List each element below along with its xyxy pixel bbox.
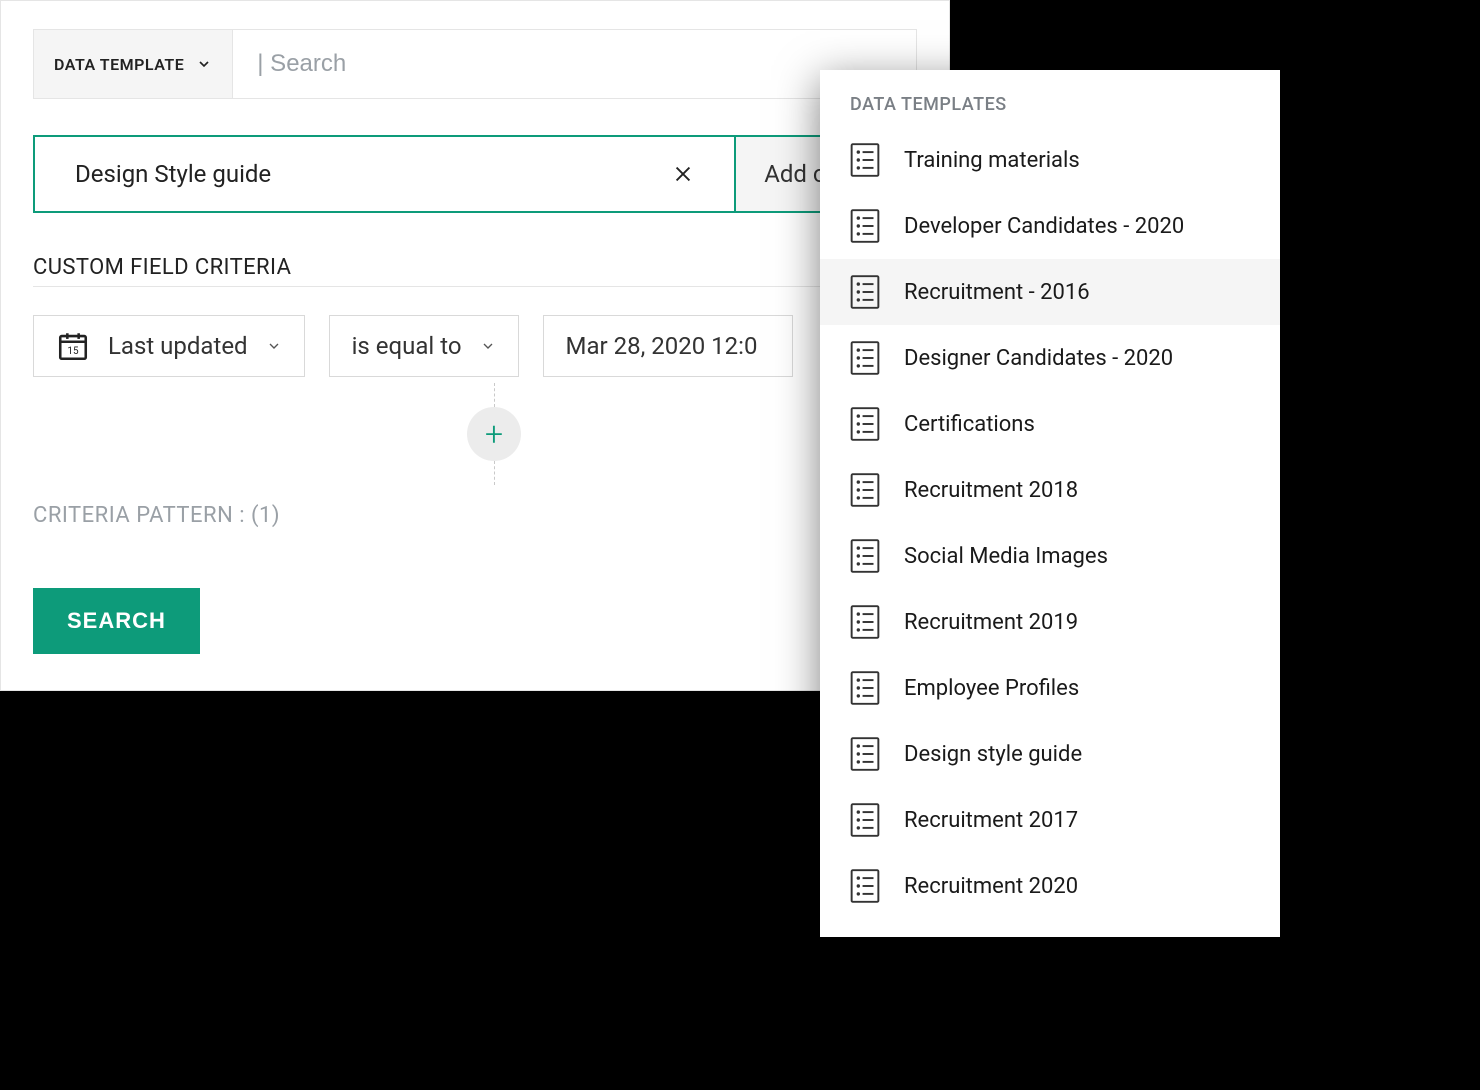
dropdown-item-label: Developer Candidates - 2020 [904,214,1184,239]
template-icon [850,473,880,507]
template-icon [850,275,880,309]
dropdown-item[interactable]: Recruitment 2018 [820,457,1280,523]
plus-icon: + [485,415,503,453]
pill-text: Design Style guide [75,160,271,188]
pattern-value: (1) [251,503,280,528]
dropdown-item-label: Design style guide [904,742,1082,767]
dropdown-item-label: Employee Profiles [904,676,1079,701]
dropdown-item[interactable]: Certifications [820,391,1280,457]
dropdown-item-label: Recruitment - 2016 [904,280,1090,305]
dropdown-item-label: Social Media Images [904,544,1108,569]
template-icon [850,539,880,573]
dropdown-list: Training materials Developer Candidates -… [820,127,1280,919]
template-icon [850,737,880,771]
chevron-down-icon [196,56,212,72]
criteria-row: 15 Last updated is equal to Mar 28, 2020… [33,315,917,377]
chevron-down-icon [480,338,496,354]
dropdown-item-label: Training materials [904,148,1080,173]
dropdown-item-label: Recruitment 2019 [904,610,1078,635]
dropdown-item-label: Certifications [904,412,1035,437]
criteria-field-label: Last updated [108,332,248,360]
dropdown-item-label: Recruitment 2020 [904,874,1078,899]
dropdown-item[interactable]: Training materials [820,127,1280,193]
dropdown-item[interactable]: Recruitment 2017 [820,787,1280,853]
connector-line [494,461,495,485]
dropdown-item[interactable]: Employee Profiles [820,655,1280,721]
criteria-pattern: CRITERIA PATTERN : (1) [33,503,917,528]
template-icon [850,671,880,705]
search-bar: DATA TEMPLATE [33,29,917,99]
template-icon [850,869,880,903]
pill-value-area: Design Style guide [35,137,734,211]
dropdown-item[interactable]: Developer Candidates - 2020 [820,193,1280,259]
dropdown-item-label: Recruitment 2018 [904,478,1078,503]
criteria-operator-select[interactable]: is equal to [329,315,519,377]
selected-template-pill: Design Style guide Add criteria [33,135,917,213]
connector-line [494,383,495,407]
template-icon [850,143,880,177]
dropdown-item[interactable]: Recruitment 2020 [820,853,1280,919]
search-button[interactable]: SEARCH [33,588,200,654]
divider [33,286,917,287]
dropdown-item[interactable]: Recruitment - 2016 [820,259,1280,325]
dropdown-item[interactable]: Recruitment 2019 [820,589,1280,655]
template-icon [850,209,880,243]
criteria-value-text: Mar 28, 2020 12:0 [566,332,758,360]
main-panel: DATA TEMPLATE Design Style guide Add cri… [0,0,950,691]
dropdown-item[interactable]: Designer Candidates - 2020 [820,325,1280,391]
template-icon [850,407,880,441]
search-type-label: DATA TEMPLATE [54,55,184,74]
search-input[interactable] [233,30,916,98]
dropdown-item-label: Recruitment 2017 [904,808,1078,833]
search-type-dropdown[interactable]: DATA TEMPLATE [34,30,233,98]
dropdown-header: DATA TEMPLATES [820,70,1280,127]
add-criteria-circle-button[interactable]: + [467,407,521,461]
section-title: CUSTOM FIELD CRITERIA [33,255,917,280]
svg-text:15: 15 [67,346,79,357]
template-icon [850,803,880,837]
template-icon [850,605,880,639]
dropdown-item[interactable]: Social Media Images [820,523,1280,589]
criteria-operator-label: is equal to [352,332,462,360]
template-icon [850,341,880,375]
close-icon[interactable] [672,163,694,185]
criteria-connector: + [71,383,917,485]
criteria-field-select[interactable]: 15 Last updated [33,315,305,377]
calendar-icon: 15 [56,329,90,363]
data-templates-dropdown: DATA TEMPLATES Training materials Develop… [820,70,1280,937]
chevron-down-icon [266,338,282,354]
dropdown-item-label: Designer Candidates - 2020 [904,346,1173,371]
dropdown-item[interactable]: Design style guide [820,721,1280,787]
pattern-label: CRITERIA PATTERN : [33,503,245,528]
criteria-value-input[interactable]: Mar 28, 2020 12:0 [543,315,793,377]
